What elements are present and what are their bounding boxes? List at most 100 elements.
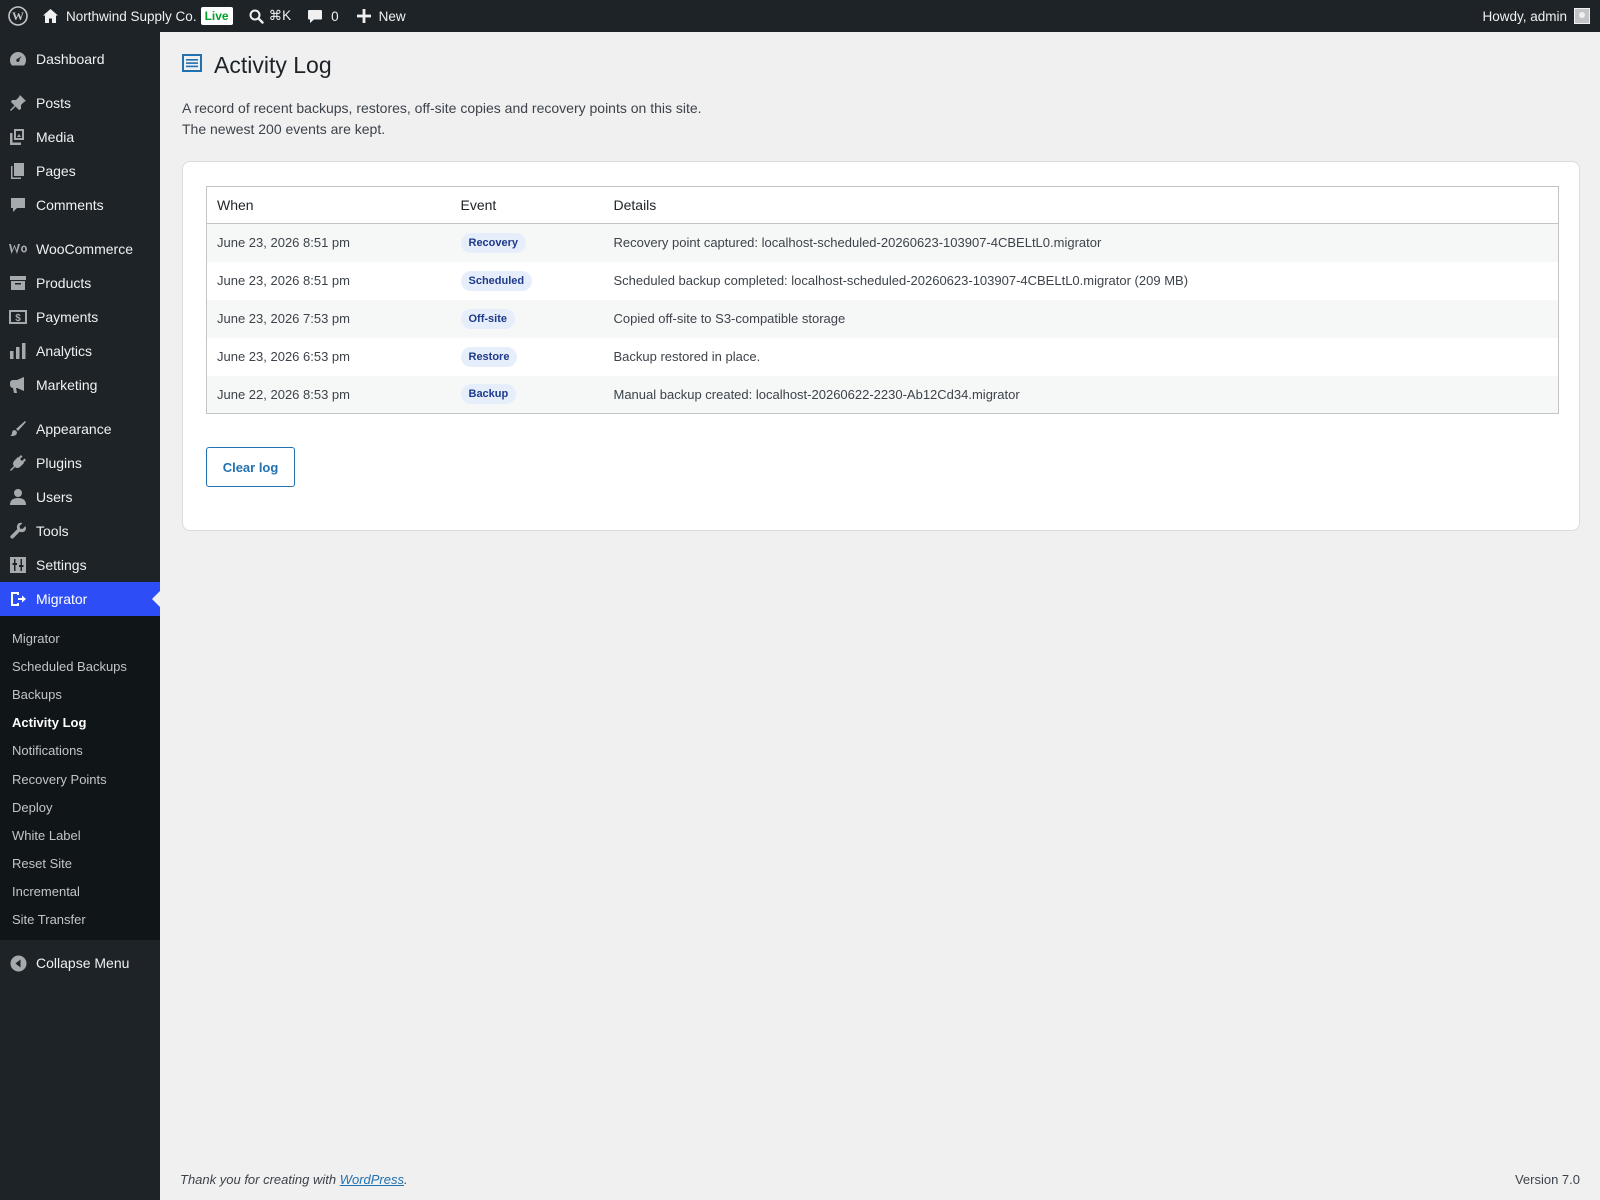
collapse-arrow-icon bbox=[0, 955, 36, 972]
submenu-item-white-label[interactable]: White Label bbox=[0, 821, 160, 849]
event-badge: Scheduled bbox=[460, 270, 533, 291]
activity-log-table: When Event Details June 23, 2026 8:51 pm… bbox=[206, 186, 1559, 414]
woocommerce-icon bbox=[0, 242, 36, 256]
sidebar-item-label: Payments bbox=[36, 309, 99, 325]
sidebar-item-users[interactable]: Users bbox=[0, 480, 160, 514]
admin-sidebar: Dashboard Posts Media Pages Comments Woo… bbox=[0, 32, 160, 1200]
column-header-details: Details bbox=[603, 186, 1559, 224]
cell-when: June 22, 2026 8:53 pm bbox=[217, 386, 350, 402]
sidebar-item-settings[interactable]: Settings bbox=[0, 548, 160, 582]
table-row: June 23, 2026 8:51 pm Recovery Recovery … bbox=[206, 223, 1559, 262]
collapse-menu-button[interactable]: Collapse Menu bbox=[0, 946, 160, 980]
footer-thanks: Thank you for creating with WordPress. bbox=[180, 1172, 408, 1187]
user-icon bbox=[0, 488, 36, 506]
clear-log-button[interactable]: Clear log bbox=[206, 447, 295, 487]
submenu-item-incremental[interactable]: Incremental bbox=[0, 878, 160, 906]
cell-details: Manual backup created: localhost-2026062… bbox=[613, 386, 1020, 402]
submenu-item-scheduled-backups[interactable]: Scheduled Backups bbox=[0, 652, 160, 680]
footer-thanks-prefix: Thank you for creating with bbox=[180, 1172, 340, 1187]
sidebar-item-media[interactable]: Media bbox=[0, 120, 160, 154]
sidebar-item-woocommerce[interactable]: WooCommerce bbox=[0, 232, 160, 266]
media-icon bbox=[0, 128, 36, 146]
svg-text:W: W bbox=[12, 9, 24, 23]
brush-icon bbox=[0, 420, 36, 438]
submenu-item-notifications[interactable]: Notifications bbox=[0, 737, 160, 765]
admin-bar: W Northwind Supply Co. Live ⌘K 0 New How… bbox=[0, 0, 1600, 32]
page-title: Activity Log bbox=[214, 52, 332, 78]
sidebar-item-products[interactable]: Products bbox=[0, 266, 160, 300]
sidebar-item-marketing[interactable]: Marketing bbox=[0, 368, 160, 402]
table-row: June 23, 2026 8:51 pm Scheduled Schedule… bbox=[206, 261, 1559, 300]
table-row: June 23, 2026 6:53 pm Restore Backup res… bbox=[206, 337, 1559, 376]
new-content-button[interactable]: New bbox=[356, 0, 406, 32]
command-search-button[interactable]: ⌘K bbox=[249, 0, 292, 32]
account-menu[interactable]: Howdy, admin bbox=[1482, 0, 1590, 32]
avatar bbox=[1574, 8, 1590, 24]
sidebar-item-pages[interactable]: Pages bbox=[0, 154, 160, 188]
sidebar-item-payments[interactable]: $ Payments bbox=[0, 300, 160, 334]
cell-when: June 23, 2026 8:51 pm bbox=[217, 235, 350, 251]
submenu-item-migrator[interactable]: Migrator bbox=[0, 624, 160, 652]
sidebar-item-migrator[interactable]: Migrator bbox=[0, 582, 160, 616]
table-row: June 22, 2026 8:53 pm Backup Manual back… bbox=[206, 375, 1559, 414]
sidebar-item-label: Comments bbox=[36, 197, 104, 213]
submenu-item-recovery-points[interactable]: Recovery Points bbox=[0, 765, 160, 793]
event-badge: Backup bbox=[460, 384, 517, 405]
bar-chart-icon bbox=[0, 342, 36, 360]
live-badge: Live bbox=[200, 7, 233, 25]
wrench-icon bbox=[0, 522, 36, 540]
table-header-row: When Event Details bbox=[206, 186, 1559, 224]
dollar-icon: $ bbox=[0, 309, 36, 325]
cell-details: Copied off-site to S3-compatible storage bbox=[613, 311, 846, 326]
sidebar-item-label: Analytics bbox=[36, 343, 93, 359]
cell-details: Recovery point captured: localhost-sched… bbox=[613, 235, 1102, 251]
submenu-item-deploy[interactable]: Deploy bbox=[0, 793, 160, 821]
event-badge: Recovery bbox=[460, 232, 527, 253]
comments-count: 0 bbox=[331, 8, 339, 24]
page-description: A record of recent backups, restores, of… bbox=[182, 100, 702, 137]
sidebar-item-tools[interactable]: Tools bbox=[0, 514, 160, 548]
search-shortcut: ⌘K bbox=[268, 8, 292, 23]
archive-icon bbox=[0, 274, 36, 292]
cell-details: Scheduled backup completed: localhost-sc… bbox=[613, 273, 1189, 288]
sidebar-item-appearance[interactable]: Appearance bbox=[0, 412, 160, 446]
activity-log-card: When Event Details June 23, 2026 8:51 pm… bbox=[182, 161, 1580, 531]
sidebar-item-label: Users bbox=[36, 489, 73, 505]
sidebar-item-dashboard[interactable]: Dashboard bbox=[0, 42, 160, 76]
sidebar-item-posts[interactable]: Posts bbox=[0, 86, 160, 120]
site-name-link[interactable]: Northwind Supply Co. Live bbox=[36, 0, 239, 32]
sidebar-item-label: Dashboard bbox=[36, 51, 105, 67]
submenu-item-backups[interactable]: Backups bbox=[0, 680, 160, 708]
pages-icon bbox=[0, 162, 36, 180]
list-view-icon bbox=[182, 53, 202, 78]
site-name: Northwind Supply Co. bbox=[66, 8, 197, 24]
submenu-item-site-transfer[interactable]: Site Transfer bbox=[0, 906, 160, 934]
wordpress-logo-icon[interactable]: W bbox=[0, 0, 36, 32]
comment-icon bbox=[0, 196, 36, 214]
sidebar-item-comments[interactable]: Comments bbox=[0, 188, 160, 222]
dashboard-icon bbox=[0, 50, 36, 68]
cell-when: June 23, 2026 8:51 pm bbox=[217, 273, 350, 288]
sidebar-item-analytics[interactable]: Analytics bbox=[0, 334, 160, 368]
sidebar-item-label: Products bbox=[36, 275, 92, 291]
collapse-menu-label: Collapse Menu bbox=[36, 955, 130, 972]
submenu-item-activity-log[interactable]: Activity Log bbox=[0, 709, 160, 737]
main-content: Activity Log A record of recent backups,… bbox=[160, 32, 1600, 1200]
event-badge: Off-site bbox=[460, 308, 515, 329]
cell-when: June 23, 2026 7:53 pm bbox=[217, 311, 350, 326]
sidebar-item-label: Migrator bbox=[36, 591, 88, 607]
wordpress-link[interactable]: WordPress bbox=[340, 1172, 404, 1187]
cell-when: June 23, 2026 6:53 pm bbox=[217, 349, 350, 364]
submenu-item-reset-site[interactable]: Reset Site bbox=[0, 850, 160, 878]
sidebar-item-label: Settings bbox=[36, 557, 87, 573]
sidebar-item-label: Pages bbox=[36, 163, 76, 179]
plus-icon bbox=[356, 9, 371, 23]
comments-link[interactable]: 0 bbox=[307, 0, 339, 32]
sidebar-item-plugins[interactable]: Plugins bbox=[0, 446, 160, 480]
sidebar-item-label: Media bbox=[36, 129, 75, 145]
sidebar-item-label: Tools bbox=[36, 523, 69, 539]
column-header-when: When bbox=[206, 186, 451, 224]
cell-event: Off-site bbox=[451, 300, 604, 338]
comment-icon bbox=[307, 9, 323, 24]
plug-icon bbox=[0, 454, 36, 472]
